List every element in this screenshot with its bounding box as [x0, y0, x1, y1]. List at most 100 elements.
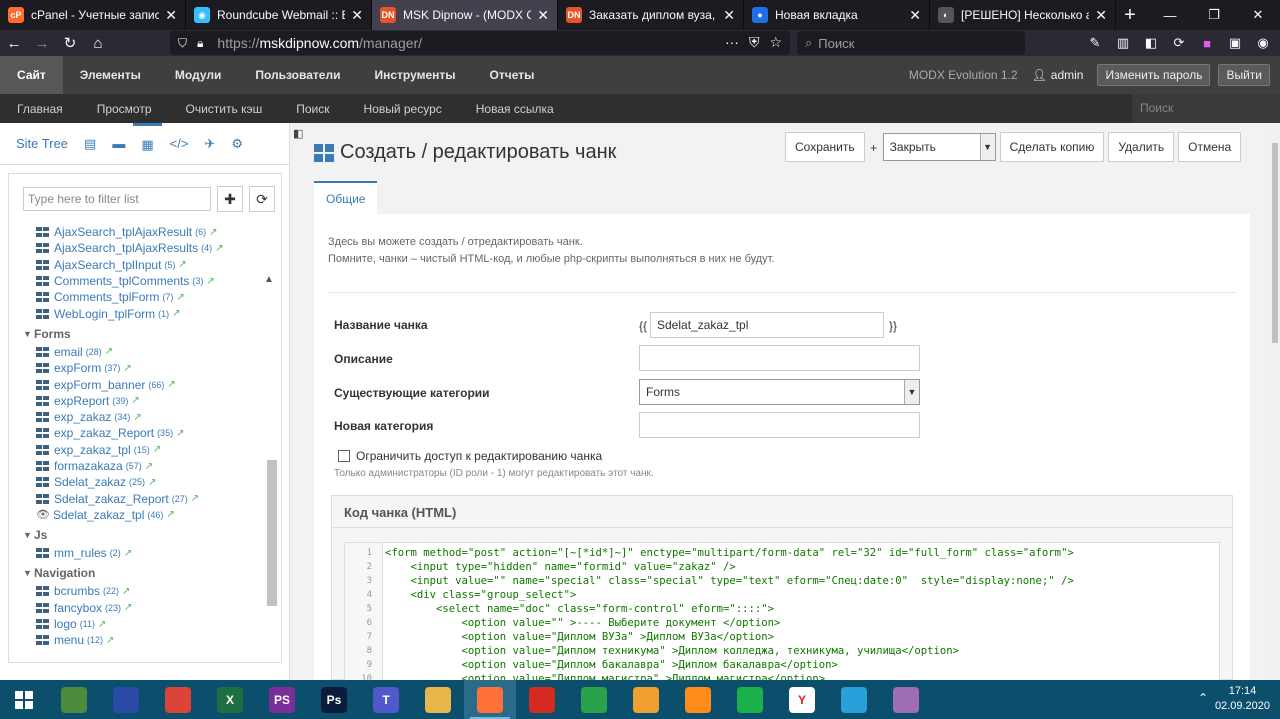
code-line[interactable]: <option value="Диплом техникума" >Диплом…	[385, 644, 1074, 658]
external-link-icon[interactable]: ↗	[145, 461, 153, 472]
telegram-app[interactable]	[828, 680, 880, 719]
tree-item[interactable]: exp_zakaz (34) ↗	[23, 409, 251, 425]
tv-tab-icon[interactable]: ▬	[104, 123, 133, 165]
external-link-icon[interactable]: ↗	[106, 635, 114, 646]
external-link-icon[interactable]: ↗	[148, 477, 156, 488]
yandex-app[interactable]: Y	[776, 680, 828, 719]
external-link-icon[interactable]: ↗	[98, 619, 106, 630]
outlook-app[interactable]	[620, 680, 672, 719]
tools-icon[interactable]: ✎	[1085, 35, 1105, 51]
new-tab-button[interactable]: +	[1116, 0, 1144, 30]
browser-tab[interactable]: ● Новая вкладка ✕	[744, 0, 930, 30]
external-link-icon[interactable]: ↗	[122, 586, 130, 597]
external-link-icon[interactable]: ↗	[123, 363, 131, 374]
tray-chevron-icon[interactable]: ⌃	[1198, 691, 1208, 705]
url-bar[interactable]: ⛉ 🔒︎ https://mskdipnow.com/manager/ ··· …	[170, 31, 790, 55]
code-lines[interactable]: <form method="post" action="[~[*id*]~]" …	[385, 546, 1074, 680]
browser-tab[interactable]: cP cPanel - Учетные записи ✕	[0, 0, 186, 30]
close-tab-icon[interactable]: ✕	[909, 7, 921, 24]
tree-item[interactable]: exp_zakaz_tpl (15) ↗	[23, 442, 251, 458]
tree-item[interactable]: fancybox (23) ↗	[23, 600, 251, 616]
external-link-icon[interactable]: ↗	[167, 379, 175, 390]
explorer-app[interactable]	[412, 680, 464, 719]
external-link-icon[interactable]: ↗	[153, 444, 161, 455]
tree-item[interactable]: expForm_banner (66) ↗	[23, 376, 251, 392]
subnav-item[interactable]: Поиск	[279, 102, 346, 116]
account-icon[interactable]: ◉	[1253, 35, 1273, 51]
back-icon[interactable]: ←	[0, 31, 28, 55]
browser-tab[interactable]: ◉ Roundcube Webmail :: Вход ✕	[186, 0, 372, 30]
tree-item[interactable]: expForm (37) ↗	[23, 360, 251, 376]
start-button[interactable]	[0, 680, 48, 719]
system-clock[interactable]: 17:14 02.09.2020	[1215, 684, 1270, 714]
new-category-input[interactable]	[639, 412, 920, 438]
close-window-icon[interactable]: ✕	[1236, 0, 1280, 30]
tab-site-tree[interactable]: Site Tree	[8, 123, 76, 165]
duplicate-button[interactable]: Сделать копию	[999, 132, 1105, 162]
subnav-item[interactable]: Очистить кэш	[169, 102, 280, 116]
tree-item[interactable]: AjaxSearch_tplAjaxResults (4) ↗	[23, 240, 251, 256]
tree-item[interactable]: AjaxSearch_tplAjaxResult (6) ↗	[23, 224, 251, 240]
close-tab-icon[interactable]: ✕	[165, 7, 177, 24]
more-icon[interactable]: ···	[725, 34, 739, 51]
external-link-icon[interactable]: ↗	[172, 308, 180, 319]
subnav-item[interactable]: Новая ссылка	[459, 102, 571, 116]
tree-item[interactable]: Sdelat_zakaz_Report (27) ↗	[23, 490, 251, 506]
chunk-name-input[interactable]: Sdelat_zakaz_tpl	[650, 312, 884, 338]
logout-button[interactable]: Выйти	[1218, 64, 1270, 86]
nav-item[interactable]: Инструменты	[357, 56, 472, 94]
chunks-tab-icon[interactable]: ▦	[133, 122, 162, 165]
nav-item[interactable]: Отчеты	[473, 56, 552, 94]
tab-general[interactable]: Общие	[314, 181, 378, 215]
paint-app[interactable]	[880, 680, 932, 719]
save-app[interactable]	[100, 680, 152, 719]
tree-item[interactable]: AjaxSearch_tplInput (5) ↗	[23, 257, 251, 273]
close-tab-icon[interactable]: ✕	[723, 7, 735, 24]
code-line[interactable]: <form method="post" action="[~[*id*]~]" …	[385, 546, 1074, 560]
nav-item[interactable]: Элементы	[63, 56, 158, 94]
bookmark-star-icon[interactable]: ☆	[769, 34, 782, 51]
scroll-thumb[interactable]	[267, 460, 277, 606]
subnav-item[interactable]: Главная	[0, 102, 80, 116]
code-line[interactable]: <option value="" >---- Выберите документ…	[385, 616, 1074, 630]
external-link-icon[interactable]: ↗	[166, 509, 174, 520]
home-icon[interactable]: ⌂	[84, 31, 112, 55]
external-link-icon[interactable]: ↗	[178, 259, 186, 270]
sidebar-icon[interactable]: ◧	[1141, 35, 1161, 51]
store-app[interactable]	[568, 680, 620, 719]
external-link-icon[interactable]: ↗	[191, 493, 199, 504]
extension-icon[interactable]: ■	[1197, 36, 1217, 51]
templates-tab-icon[interactable]: ▤	[76, 123, 104, 165]
lock-checkbox-row[interactable]: Ограничить доступ к редактированию чанка	[338, 449, 602, 463]
excel-app[interactable]: X	[204, 680, 256, 719]
minimize-icon[interactable]: —	[1148, 0, 1192, 30]
tree-item[interactable]: email (28) ↗	[23, 344, 251, 360]
plugins-tab-icon[interactable]: ✈	[196, 123, 223, 165]
external-link-icon[interactable]: ↗	[209, 227, 217, 238]
tree-item[interactable]: WebLogin_tplForm (1) ↗	[23, 305, 251, 321]
code-line[interactable]: <div class="group_select">	[385, 588, 1074, 602]
cancel-button[interactable]: Отмена	[1178, 132, 1242, 162]
tree-category[interactable]: ▼ Forms	[23, 324, 251, 344]
acrobat-app[interactable]	[516, 680, 568, 719]
pocket-icon[interactable]: ⛨	[749, 34, 760, 51]
browser-search-bar[interactable]: ⌕ Поиск	[797, 31, 1025, 55]
description-input[interactable]	[639, 345, 920, 371]
tree-item[interactable]: Sdelat_zakaz (25) ↗	[23, 474, 251, 490]
external-link-icon[interactable]: ↗	[124, 548, 132, 559]
browser-tab[interactable]: DN MSK Dipnow - (MODX CMS) ✕	[372, 0, 558, 30]
delete-button[interactable]: Удалить	[1108, 132, 1175, 162]
tree-item[interactable]: logo (11) ↗	[23, 616, 251, 632]
tree-item[interactable]: expReport (39) ↗	[23, 393, 251, 409]
subnav-item[interactable]: Новый ресурс	[346, 102, 458, 116]
tree-item[interactable]: bcrumbs (22) ↗	[23, 583, 251, 599]
tree-filter-input[interactable]: Type here to filter list	[23, 187, 211, 211]
tree-item[interactable]: menu (12) ↗	[23, 632, 251, 648]
external-link-icon[interactable]: ↗	[176, 428, 184, 439]
collapse-panel-icon[interactable]: ◧	[293, 127, 303, 140]
tree-item[interactable]: 👁︎ Sdelat_zakaz_tpl (46) ↗	[23, 507, 251, 523]
modules-tab-icon[interactable]: ⚙	[223, 123, 251, 165]
browser-tab[interactable]: ◐ [РЕШЕНО] Несколько аяксов ✕	[930, 0, 1116, 30]
tree-scrollbar[interactable]: ▲ ▼	[264, 274, 278, 662]
scroll-up-icon[interactable]: ▲	[264, 274, 274, 285]
